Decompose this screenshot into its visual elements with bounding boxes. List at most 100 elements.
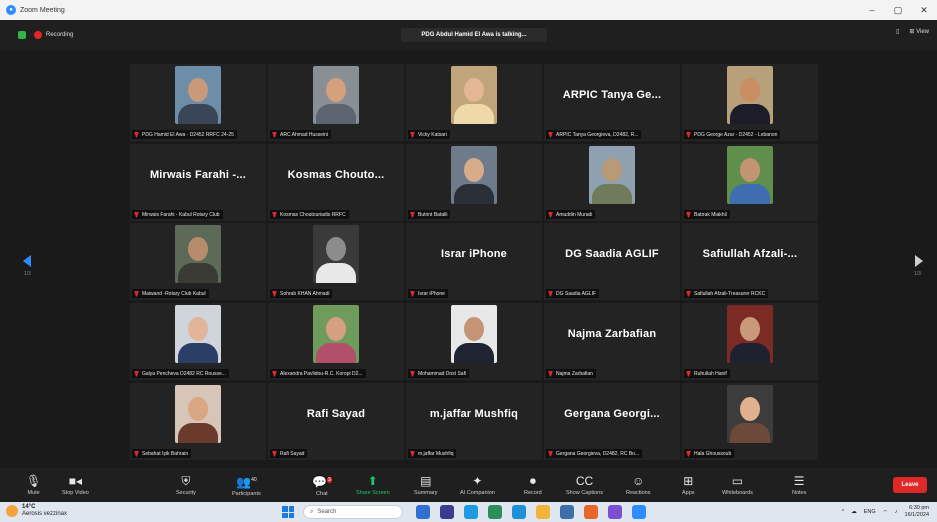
participant-video [175,225,221,283]
participant-name: ARC Ahmad Husseini [280,131,329,138]
participant-name: Safiullah Afzali-Treasurer RCKC [694,290,766,297]
ai-companion-button[interactable]: ✦ AI Companion [460,470,495,500]
volume-icon[interactable]: ♪ [895,509,898,515]
muted-mic-icon [686,131,691,138]
previous-page-icon[interactable] [20,254,34,268]
chat-button[interactable]: 💬3 Chat [312,470,332,500]
taskbar-clock[interactable]: 6:30 pm 16/1/2024 [905,505,929,519]
participant-tile[interactable]: Safiullah Afzali-... Safiullah Afzali-Tre… [682,223,818,300]
muted-mic-icon [410,450,415,457]
participant-name-label: Mohammad Dost Safi [408,369,470,378]
participant-name-label: Gergana Georgieva, D2482, RC Bo... [546,449,643,458]
participant-tile[interactable]: ARPIC Tanya Ge... ARPIC Tanya Georgieva, … [544,64,680,141]
minimize-button[interactable]: – [859,0,885,20]
share-screen-label: Share Screen [356,490,390,496]
apps-button[interactable]: ⊞ Apps [682,470,695,500]
participant-tile[interactable]: Maiwand -Rotary Club Kabul [130,223,266,300]
view-button[interactable]: ⊞ View [909,28,929,35]
weather-widget[interactable]: 14°C Aerosis vezzinax [6,504,67,518]
share-screen-icon: ⬆ [367,474,378,488]
taskbar-app-icon[interactable] [488,505,502,519]
record-button[interactable]: ⏺ Record [524,470,542,500]
taskbar-app-icon[interactable] [632,505,646,519]
wifi-icon[interactable]: ⌔ [883,509,888,516]
meeting-toolbar: 🎙 Mute ■◂ Stop Video ⛨ Security 👥40 Particip… [0,468,937,502]
participant-name-label: Alexandra Pavlidou-R.C. Koropi D2... [270,369,366,378]
taskbar-app-icon[interactable] [464,505,478,519]
summary-button[interactable]: ▤ Summary [414,470,438,500]
participant-tile[interactable]: ARC Ahmad Husseini [268,64,404,141]
security-button[interactable]: ⛨ Security [176,470,196,500]
muted-mic-icon [410,370,415,377]
participant-video [451,305,497,363]
taskbar-app-icon[interactable] [536,505,550,519]
participant-name-label: Sohrab KHAN Ahmadi [270,289,333,298]
captions-button[interactable]: CC Show Captions [566,470,603,500]
network-icon[interactable]: ☁ [851,509,857,515]
participant-tile[interactable]: Sohrab KHAN Ahmadi [268,223,404,300]
maximize-button[interactable]: ▢ [885,0,911,20]
participant-tile[interactable]: Kosmas Chouto... Kosmas Choutouriadis RRF… [268,144,404,221]
participant-tile[interactable]: Galya Pencheva D2482 RC Rousse... [130,303,266,380]
participant-tile[interactable]: PDG George Azar - D2452 - Lebanon [682,64,818,141]
participant-name: DG Saadia AGLIF [556,290,597,297]
participant-video [727,305,773,363]
participant-tile[interactable]: Rafi Sayad Rafi Sayad [268,383,404,460]
participant-tile[interactable]: Vicky Katsari [406,64,542,141]
shield-icon[interactable] [18,31,26,39]
taskbar-app-icon[interactable] [440,505,454,519]
taskbar-app-icon[interactable] [608,505,622,519]
share-screen-button[interactable]: ⬆ Share Screen [356,470,390,500]
chat-badge: 3 [326,477,332,483]
whiteboards-button[interactable]: ▭ Whiteboards [722,470,753,500]
muted-mic-icon [548,131,553,138]
participant-tile[interactable]: Butrint Batalli [406,144,542,221]
participant-name: m.jaffar Mushfiq [418,450,454,457]
fullscreen-icon[interactable]: ▯ [896,28,899,35]
participant-tile[interactable]: PDG Hamid El Awa - D2452 RRFC 24-25 [130,64,266,141]
participant-name: Sebahat Ișik Bahrain [142,450,189,457]
participant-tile[interactable]: Sebahat Ișik Bahrain [130,383,266,460]
taskbar-search[interactable]: ⌕ Search [303,505,403,519]
notes-button[interactable]: ☰ Notes [792,470,806,500]
muted-mic-icon [410,131,415,138]
participant-tile[interactable]: Najma Zarbafian Najma Zarbafian [544,303,680,380]
participant-tile[interactable]: Mohammad Dost Safi [406,303,542,380]
recording-icon[interactable] [34,31,42,39]
participant-video [727,385,773,443]
muted-mic-icon [134,290,139,297]
window-title: Zoom Meeting [20,6,65,14]
next-page-icon[interactable] [912,254,926,268]
participant-tile[interactable]: Mirwais Farahi -... Mirwais Farahi - Kabu… [130,144,266,221]
participant-name: PDG George Azar - D2452 - Lebanon [694,131,778,138]
stop-video-button[interactable]: ■◂ Stop Video [62,470,89,500]
participant-tile[interactable]: Hala Ghoussoub [682,383,818,460]
mute-button[interactable]: 🎙 Mute [26,470,41,500]
leave-button[interactable]: Leave [893,477,927,493]
participant-video [175,385,221,443]
participant-tile[interactable]: Israr iPhone Israr iPhone [406,223,542,300]
participants-button[interactable]: 👥40 Participants [232,470,261,500]
muted-mic-icon [686,370,691,377]
windows-start-icon[interactable] [282,506,294,518]
participant-name-label: Kosmas Choutouriadis RRFC [270,210,349,219]
taskbar-app-icon[interactable] [584,505,598,519]
participant-tile[interactable]: Babrak Miakhil [682,144,818,221]
taskbar-app-icon[interactable] [512,505,526,519]
participant-tile[interactable]: Amuddin Muradi [544,144,680,221]
participant-video [313,225,359,283]
participant-tile[interactable]: Alexandra Pavlidou-R.C. Koropi D2... [268,303,404,380]
participant-name: Vicky Katsari [418,131,447,138]
clock-time: 6:30 pm [909,505,929,511]
tray-lang[interactable]: ENG [864,509,876,515]
participant-tile[interactable]: DG Saadia AGLIF DG Saadia AGLIF [544,223,680,300]
close-button[interactable]: ✕ [911,0,937,20]
participant-tile[interactable]: Ruhullah Hanif [682,303,818,380]
taskbar-app-icon[interactable] [416,505,430,519]
taskbar-app-icon[interactable] [560,505,574,519]
tray-chevron-icon[interactable]: ^ [842,509,845,515]
participant-tile[interactable]: m.jaffar Mushfiq m.jaffar Mushfiq [406,383,542,460]
reactions-button[interactable]: ☺ Reactions [626,470,650,500]
participant-tile[interactable]: Gergana Georgi... Gergana Georgieva, D248… [544,383,680,460]
participant-name-label: ARC Ahmad Husseini [270,130,332,139]
